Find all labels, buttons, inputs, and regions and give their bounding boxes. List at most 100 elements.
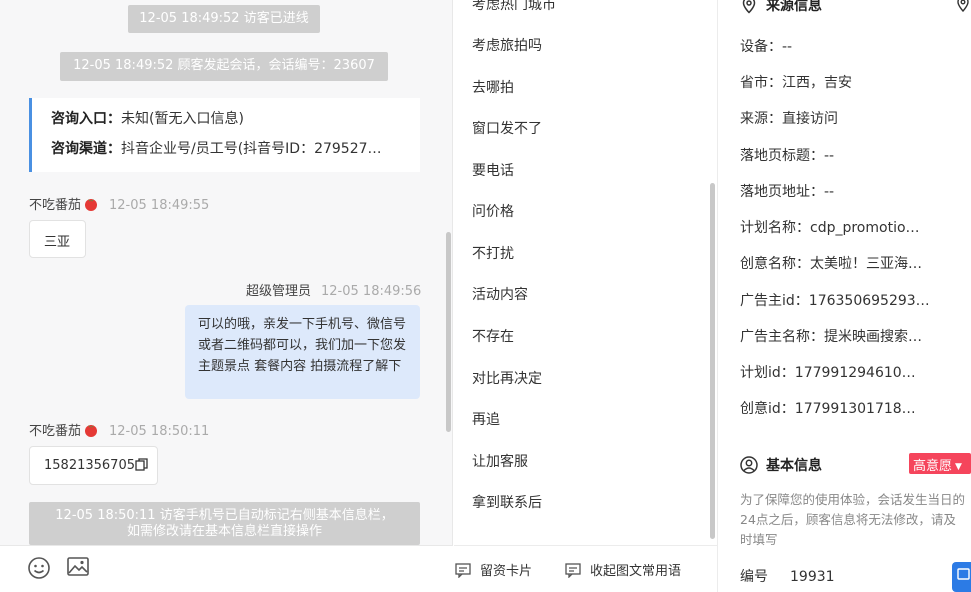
tomato-icon	[85, 199, 98, 211]
source-info-title: 来源信息	[740, 0, 822, 15]
emoji-icon[interactable]	[27, 556, 51, 580]
consult-entry-card: 咨询入口：未知(暂无入口信息) 咨询渠道：抖音企业号/员工号(抖音号ID：279…	[29, 98, 420, 172]
field-value: --	[824, 148, 835, 164]
chat-history[interactable]: 12-05 18:49:52 访客已进线 12-05 18:49:52 顾客发起…	[0, 0, 453, 545]
field-label: 广告主名称：	[740, 329, 824, 345]
chat-panel: 12-05 18:49:52 访客已进线 12-05 18:49:52 顾客发起…	[0, 0, 453, 592]
chat-scrollbar[interactable]	[446, 232, 451, 432]
field-label: 创意id：	[740, 401, 795, 417]
field-landing-title: 落地页标题：--	[740, 145, 966, 165]
phrase-item[interactable]: 问价格	[472, 201, 514, 221]
field-label: 计划id：	[740, 365, 795, 381]
phrases-footer: 留资卡片 收起图文常用语	[454, 545, 718, 592]
basic-info-label: 基本信息	[766, 458, 822, 474]
card-icon	[455, 563, 471, 578]
field-value: 19931	[790, 569, 835, 585]
field-label: 计划名称：	[740, 220, 810, 236]
copy-icon[interactable]	[135, 458, 148, 471]
field-plan-id: 计划id：177991294610…	[740, 362, 966, 382]
entry-row: 咨询入口：未知(暂无入口信息)	[51, 110, 411, 129]
field-label: 创意名称：	[740, 256, 810, 272]
message-time: 12-05 18:49:55	[109, 198, 210, 213]
location-pin-icon	[742, 0, 756, 14]
chevron-down-icon: ▼	[955, 462, 962, 472]
sender-name: 超级管理员	[246, 284, 312, 299]
entry-label: 咨询入口：	[51, 111, 121, 127]
image-icon[interactable]	[66, 555, 90, 579]
field-label: 落地页标题：	[740, 148, 824, 164]
channel-value: 抖音企业号/员工号(抖音号ID：279527…	[121, 141, 382, 157]
phrase-item[interactable]: 窗口发不了	[472, 118, 542, 138]
collapse-phrases-button[interactable]: 收起图文常用语	[565, 560, 681, 579]
channel-row: 咨询渠道：抖音企业号/员工号(抖音号ID：279527…	[51, 140, 411, 159]
field-value: 直接访问	[782, 111, 838, 127]
phrase-item[interactable]: 对比再决定	[472, 368, 542, 388]
field-creative-id: 创意id：177991301718…	[740, 398, 966, 418]
agent-message: 可以的哦，亲发一下手机号、微信号或者二维码都可以，我们加一下您发主题景点 套餐内…	[185, 305, 420, 399]
field-id: 编号 19931	[740, 566, 966, 586]
message-sender: 不吃番茄 12-05 18:49:55	[29, 194, 209, 213]
field-landing-url: 落地页地址：--	[740, 181, 966, 201]
user-icon	[740, 456, 758, 474]
phrase-item[interactable]: 考虑旅拍吗	[472, 35, 542, 55]
field-advertiser-id: 广告主id：176350695293…	[740, 290, 966, 310]
field-value: cdp_promotio…	[810, 220, 920, 236]
phrase-item[interactable]: 去哪拍	[472, 77, 514, 97]
entry-value: 未知(暂无入口信息)	[121, 111, 244, 127]
panel-icon	[957, 568, 970, 580]
agent-sender: 超级管理员 12-05 18:49:56	[246, 280, 421, 299]
settings-pin-icon[interactable]	[955, 0, 971, 12]
chat-toolbar	[0, 545, 453, 592]
sender-name: 不吃番茄	[29, 198, 82, 213]
phone-text: 15821356705	[44, 458, 135, 473]
system-line: 12-05 18:50:11 访客手机号已自动标记右侧基本信息栏，	[55, 508, 394, 523]
phrase-item[interactable]: 考虑热门城市	[472, 0, 556, 14]
system-message-visitor-in: 12-05 18:49:52 访客已进线	[128, 5, 320, 33]
channel-label: 咨询渠道：	[51, 141, 121, 157]
field-plan-name: 计划名称：cdp_promotio…	[740, 217, 966, 237]
field-label: 落地页地址：	[740, 184, 824, 200]
message-sender: 不吃番茄 12-05 18:50:11	[29, 420, 209, 439]
field-value: --	[824, 184, 835, 200]
system-line: 如需修改请在基本信息栏直接操作	[126, 524, 322, 539]
phrase-item[interactable]: 活动内容	[472, 284, 528, 304]
field-value: 江西，吉安	[782, 75, 852, 91]
collapse-phrases-label: 收起图文常用语	[590, 564, 682, 579]
phrases-scrollbar[interactable]	[710, 183, 715, 539]
sender-name: 不吃番茄	[29, 424, 82, 439]
phrase-item[interactable]: 不打扰	[472, 243, 514, 263]
field-value: 177991301718…	[794, 401, 916, 417]
lead-card-label: 留资卡片	[480, 564, 533, 579]
field-device: 设备：--	[740, 36, 966, 56]
intent-badge[interactable]: 高意愿 ▼	[909, 453, 971, 474]
field-advertiser-name: 广告主名称：提米映画搜索…	[740, 326, 966, 346]
field-label: 广告主id：	[740, 293, 809, 309]
phrase-item[interactable]: 不存在	[472, 326, 514, 346]
field-label: 编号	[740, 569, 768, 585]
phrase-item[interactable]: 拿到联系后	[472, 492, 542, 512]
phrase-item[interactable]: 再追	[472, 409, 500, 429]
lead-card-button[interactable]: 留资卡片	[455, 560, 532, 579]
message-time: 12-05 18:49:56	[321, 284, 422, 299]
field-creative-name: 创意名称：太美啦！三亚海…	[740, 253, 966, 273]
field-label: 设备：	[740, 39, 782, 55]
field-value: 提米映画搜索…	[824, 329, 922, 345]
field-value: 177991294610…	[794, 365, 916, 381]
collapse-icon	[565, 563, 581, 578]
phrase-item[interactable]: 要电话	[472, 160, 514, 180]
visitor-message: 三亚	[29, 220, 86, 258]
field-value: 176350695293…	[808, 293, 930, 309]
system-message-session: 12-05 18:49:52 顾客发起会话，会话编号：23607	[60, 52, 388, 81]
basic-info-title: 基本信息	[740, 455, 822, 475]
tomato-icon	[85, 425, 98, 437]
field-province-city: 省市：江西，吉安	[740, 72, 966, 92]
field-label: 省市：	[740, 75, 782, 91]
system-message-phone-marked: 12-05 18:50:11 访客手机号已自动标记右侧基本信息栏， 如需修改请在…	[29, 502, 420, 545]
field-value: --	[782, 39, 793, 55]
quick-phrases-panel: 考虑热门城市 考虑旅拍吗 去哪拍 窗口发不了 要电话 问价格 不打扰 活动内容 …	[454, 0, 718, 592]
info-edit-hint: 为了保障您的使用体验，会话发生当日的24点之后，顾客信息将无法修改，请及时填写	[740, 492, 966, 547]
phrase-item[interactable]: 让加客服	[472, 451, 528, 471]
source-info-label: 来源信息	[766, 0, 822, 14]
field-label: 来源：	[740, 111, 782, 127]
side-panel-toggle-button[interactable]	[952, 562, 971, 592]
